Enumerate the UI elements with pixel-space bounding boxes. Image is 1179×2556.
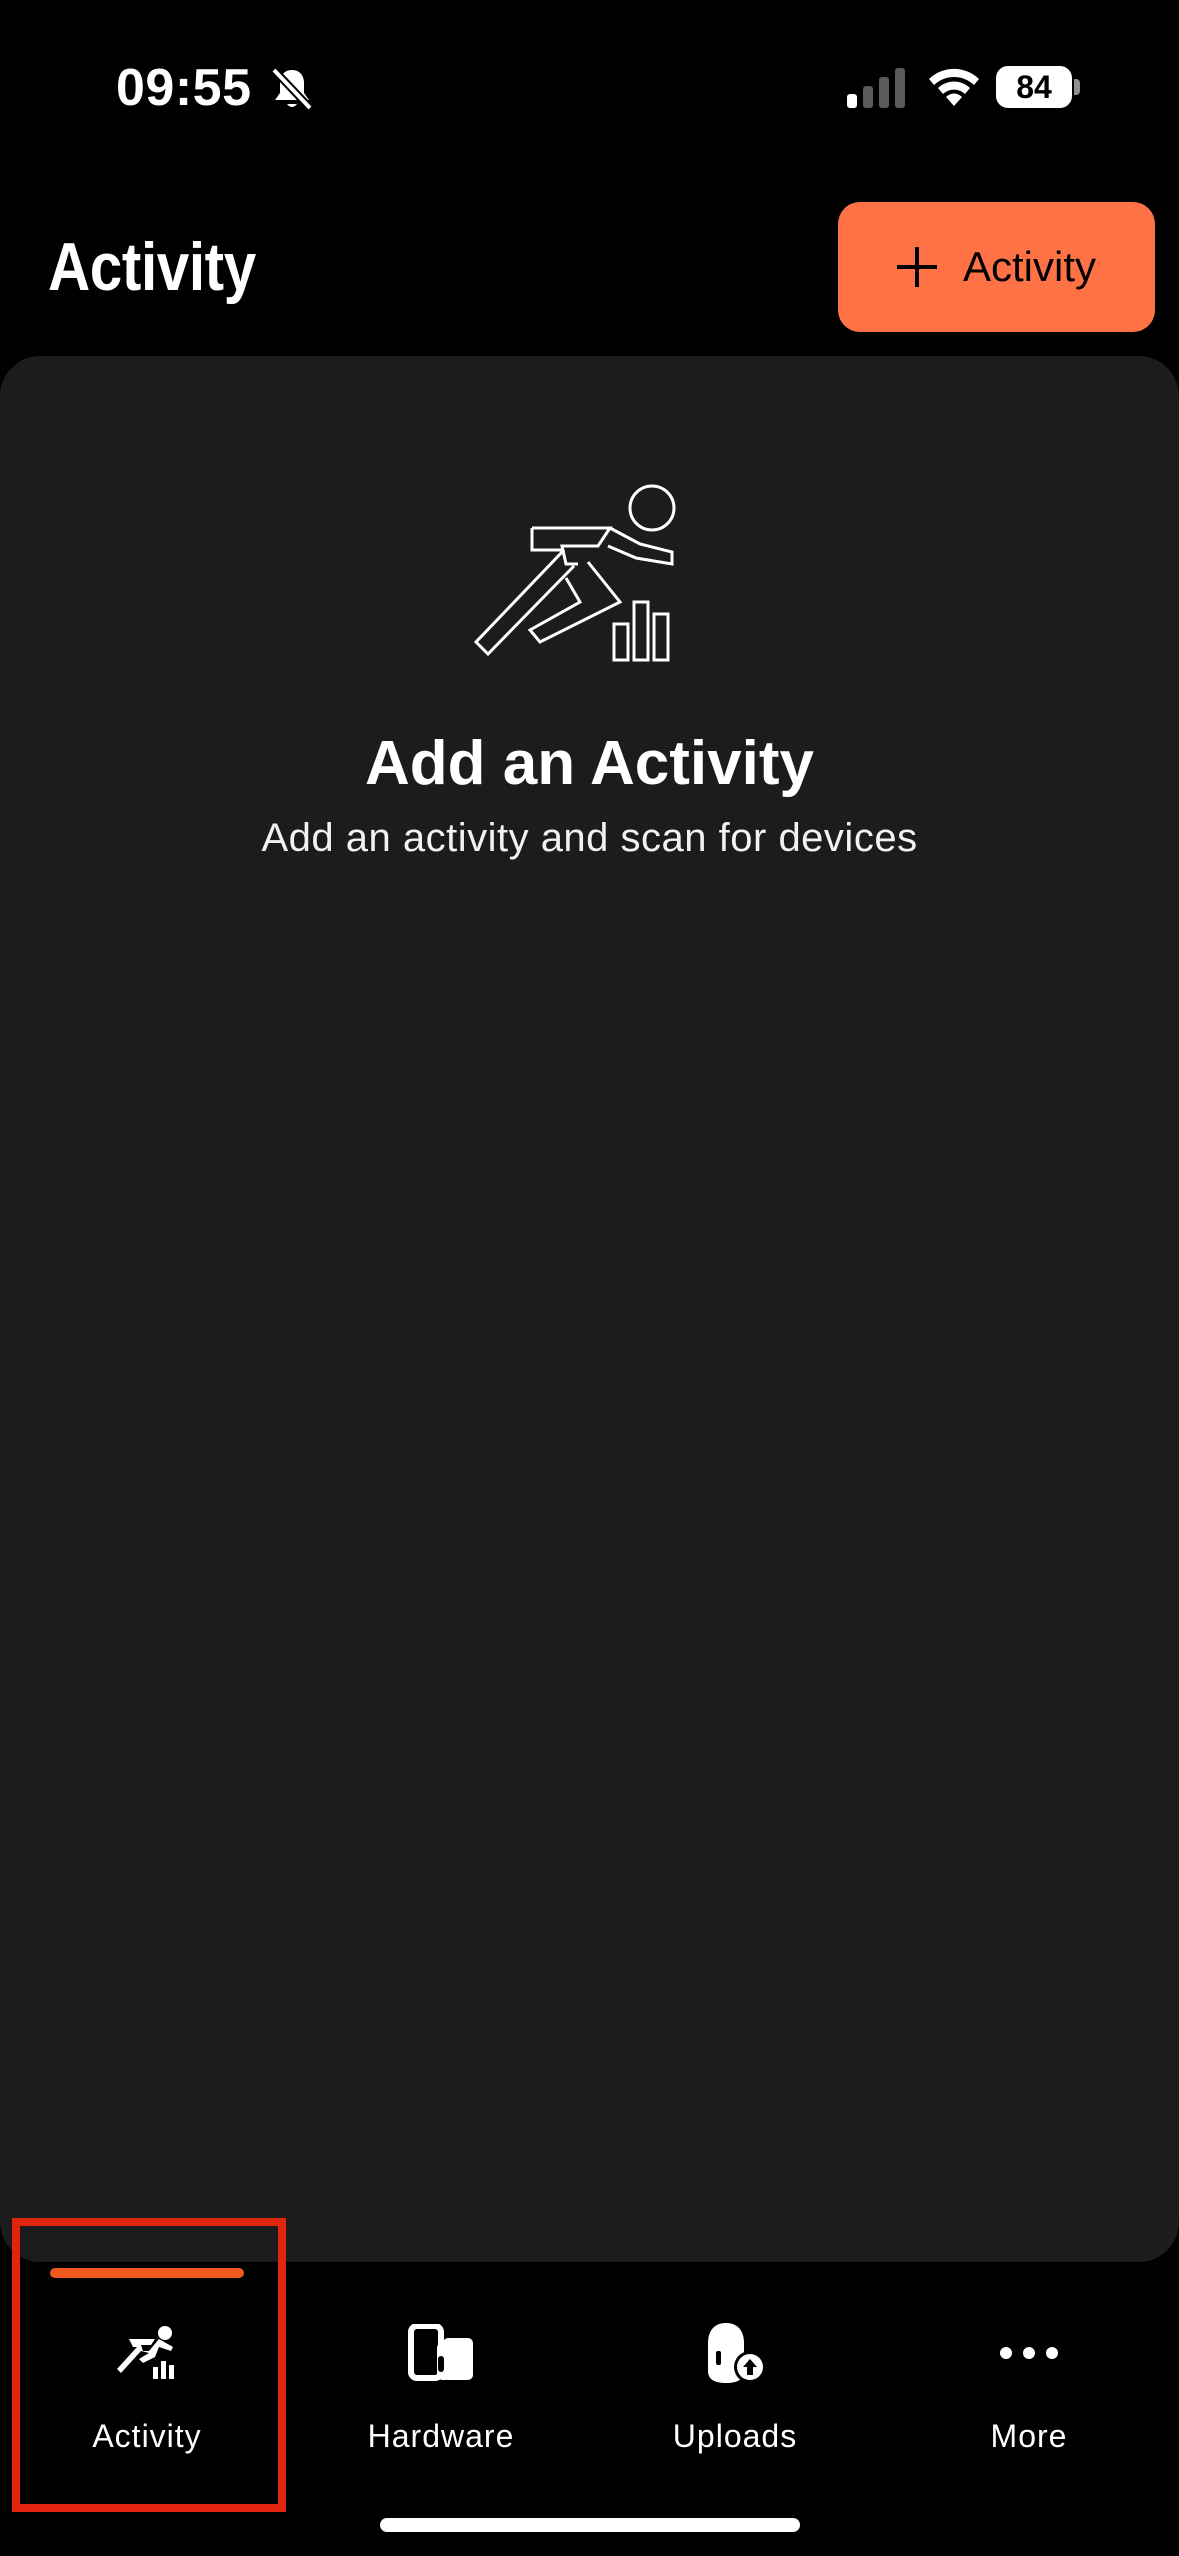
more-icon (994, 2318, 1064, 2388)
runner-icon (112, 2318, 182, 2388)
tab-uploads[interactable]: Uploads (588, 2262, 882, 2502)
active-tab-indicator (50, 2268, 244, 2278)
tab-label: Hardware (367, 2418, 515, 2454)
status-bar: 09:55 84 (0, 0, 1179, 170)
add-activity-label: Activity (962, 243, 1096, 290)
empty-state-subtitle: Add an activity and scan for devices (261, 816, 918, 860)
battery-level: 84 (996, 66, 1072, 108)
tab-bar: Activity Hardware Uploads More (0, 2218, 1179, 2556)
tab-more[interactable]: More (882, 2262, 1176, 2502)
tab-label: Activity (92, 2418, 202, 2454)
battery-icon: 84 (996, 66, 1080, 108)
tab-label: Uploads (672, 2418, 798, 2454)
tab-activity[interactable]: Activity (0, 2218, 294, 2512)
activity-list-panel: Add an Activity Add an activity and scan… (0, 356, 1179, 2262)
wifi-icon (929, 68, 979, 106)
devices-icon (406, 2318, 476, 2388)
upload-icon (700, 2318, 770, 2388)
bell-slash-icon (271, 67, 313, 111)
home-indicator[interactable] (380, 2518, 800, 2532)
tab-label: More (990, 2418, 1068, 2454)
add-activity-button[interactable]: Activity (838, 202, 1155, 332)
cellular-signal-icon (847, 68, 905, 108)
plus-icon (896, 247, 937, 287)
page-title: Activity (48, 229, 256, 305)
tab-hardware[interactable]: Hardware (294, 2262, 588, 2502)
runner-chart-icon (473, 484, 676, 662)
empty-state-title: Add an Activity (365, 729, 814, 798)
status-time: 09:55 (116, 59, 252, 117)
